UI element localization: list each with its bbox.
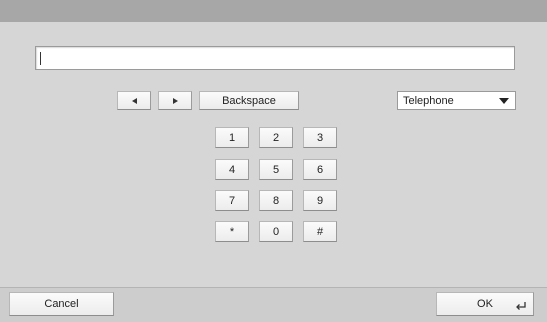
ok-label: OK xyxy=(477,298,493,310)
title-bar xyxy=(0,0,547,22)
cancel-button[interactable]: Cancel xyxy=(9,292,114,316)
key-8[interactable]: 8 xyxy=(259,190,293,211)
key-3[interactable]: 3 xyxy=(303,127,337,148)
cursor-left-button[interactable] xyxy=(117,91,151,110)
ok-button[interactable]: OK xyxy=(436,292,534,316)
key-1[interactable]: 1 xyxy=(215,127,249,148)
key-4[interactable]: 4 xyxy=(215,159,249,180)
arrow-left-icon xyxy=(131,97,137,104)
input-mode-value: Telephone xyxy=(403,95,454,107)
key-5[interactable]: 5 xyxy=(259,159,293,180)
key-9[interactable]: 9 xyxy=(303,190,337,211)
arrow-right-icon xyxy=(172,97,178,104)
input-mode-select[interactable]: Telephone xyxy=(397,91,516,110)
cursor-right-button[interactable] xyxy=(158,91,192,110)
text-caret xyxy=(40,52,41,65)
enter-icon xyxy=(516,302,526,310)
backspace-button[interactable]: Backspace xyxy=(199,91,299,110)
key-7[interactable]: 7 xyxy=(215,190,249,211)
text-input-field[interactable] xyxy=(35,46,515,70)
key-star[interactable]: * xyxy=(215,221,249,242)
key-6[interactable]: 6 xyxy=(303,159,337,180)
chevron-down-icon xyxy=(499,98,509,104)
key-hash[interactable]: # xyxy=(303,221,337,242)
key-0[interactable]: 0 xyxy=(259,221,293,242)
key-2[interactable]: 2 xyxy=(259,127,293,148)
